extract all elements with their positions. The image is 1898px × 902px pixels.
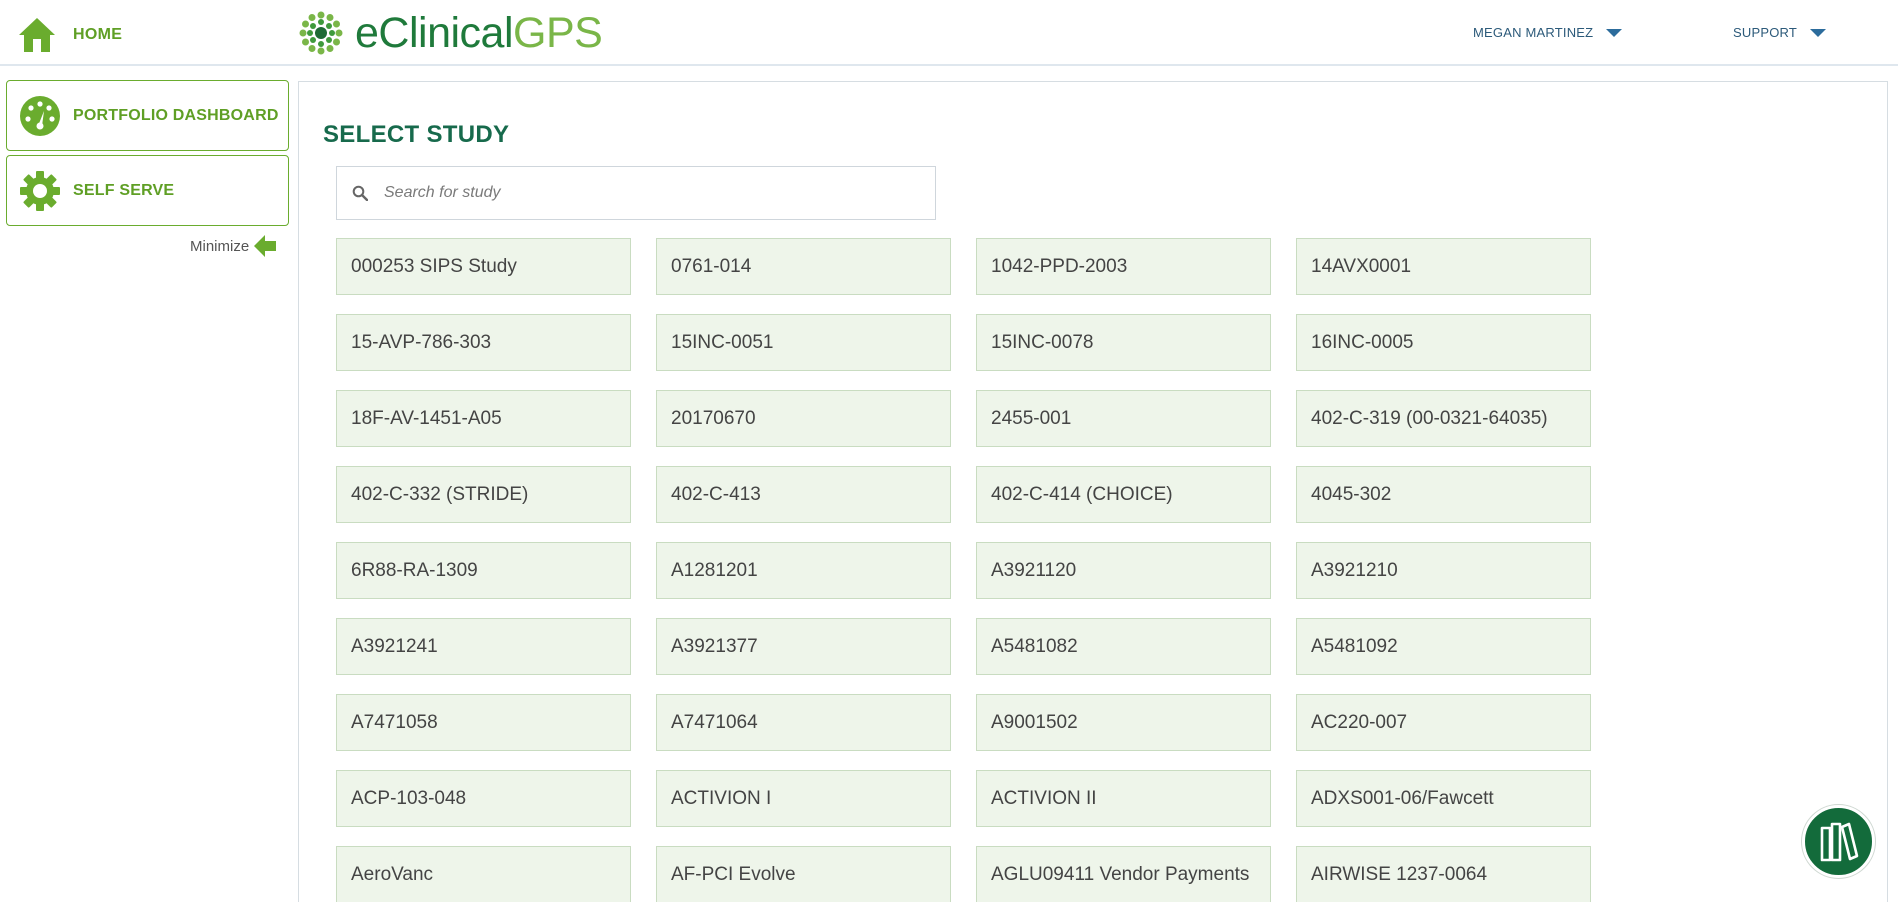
study-tile[interactable]: 1042-PPD-2003 [976,238,1271,295]
search-icon [352,185,368,201]
minimize-sidebar-button[interactable]: Minimize [190,235,277,257]
study-tile[interactable]: A5481082 [976,618,1271,675]
logo-flower-icon [299,11,343,55]
search-input[interactable] [384,184,924,202]
study-tile[interactable]: 402-C-413 [656,466,951,523]
study-tile[interactable]: 14AVX0001 [1296,238,1591,295]
sidebar-item-label: SELF SERVE [73,181,175,199]
study-tile[interactable]: 2455-001 [976,390,1271,447]
study-tile[interactable]: AeroVanc [336,846,631,902]
study-tile[interactable]: AF-PCI Evolve [656,846,951,902]
support-menu-label: SUPPORT [1733,25,1798,40]
study-tile[interactable]: A5481092 [1296,618,1591,675]
study-search[interactable] [336,166,936,220]
study-tile[interactable]: 16INC-0005 [1296,314,1591,371]
study-tile[interactable]: ACTIVION I [656,770,951,827]
study-tile[interactable]: A9001502 [976,694,1271,751]
study-tile[interactable]: A7471058 [336,694,631,751]
study-tile[interactable]: A7471064 [656,694,951,751]
sidebar-item-self-serve[interactable]: SELF SERVE [6,155,289,226]
eclinicalgps-logo[interactable]: eClinicalGPS [299,9,603,57]
study-tile[interactable]: 15INC-0051 [656,314,951,371]
gauge-icon [20,95,60,136]
study-tile[interactable]: 20170670 [656,390,951,447]
chevron-down-icon [1810,28,1827,37]
study-tile[interactable]: A3921241 [336,618,631,675]
arrow-left-icon [254,235,277,257]
chevron-down-icon [1606,28,1623,37]
study-tile[interactable]: 000253 SIPS Study [336,238,631,295]
user-menu[interactable]: MEGAN MARTINEZ [1473,25,1623,40]
sidebar-item-label: PORTFOLIO DASHBOARD [73,106,279,124]
study-tile[interactable]: A3921210 [1296,542,1591,599]
study-tile[interactable]: ACTIVION II [976,770,1271,827]
study-tile[interactable]: 402-C-414 (CHOICE) [976,466,1271,523]
study-tile[interactable]: 6R88-RA-1309 [336,542,631,599]
home-icon [19,18,55,52]
support-menu[interactable]: SUPPORT [1733,25,1827,40]
gear-icon [20,170,60,211]
home-label: HOME [73,26,123,43]
study-tile[interactable]: 15-AVP-786-303 [336,314,631,371]
study-grid: 000253 SIPS Study 0761-014 1042-PPD-2003… [336,238,1591,902]
study-tile[interactable]: A3921377 [656,618,951,675]
select-study-panel: SELECT STUDY 000253 SIPS Study 0761-014 … [298,81,1888,902]
logo-text-suffix: GPS [513,9,603,57]
study-tile[interactable]: A3921120 [976,542,1271,599]
study-tile[interactable]: 15INC-0078 [976,314,1271,371]
study-tile[interactable]: 0761-014 [656,238,951,295]
study-tile[interactable]: AGLU09411 Vendor Payments [976,846,1271,902]
study-tile[interactable]: AIRWISE 1237-0064 [1296,846,1591,902]
top-header: HOME eClinicalGPS MEGAN MARTINEZ SUPPORT [0,0,1898,66]
study-tile[interactable]: 4045-302 [1296,466,1591,523]
study-tile[interactable]: 18F-AV-1451-A05 [336,390,631,447]
study-tile[interactable]: A1281201 [656,542,951,599]
page-title: SELECT STUDY [323,121,510,148]
help-library-button[interactable] [1802,805,1875,878]
minimize-label: Minimize [190,237,250,255]
sidebar-item-portfolio-dashboard[interactable]: PORTFOLIO DASHBOARD [6,80,289,151]
logo-text-prefix: eClinical [355,9,514,57]
study-tile[interactable]: ACP-103-048 [336,770,631,827]
study-tile[interactable]: 402-C-332 (STRIDE) [336,466,631,523]
home-link[interactable]: HOME [17,16,122,54]
user-menu-label: MEGAN MARTINEZ [1473,25,1594,40]
study-tile[interactable]: AC220-007 [1296,694,1591,751]
study-tile[interactable]: ADXS001-06/Fawcett [1296,770,1591,827]
library-books-icon [1820,822,1858,861]
logo-text: eClinicalGPS [355,9,603,57]
study-tile[interactable]: 402-C-319 (00-0321-64035) [1296,390,1591,447]
